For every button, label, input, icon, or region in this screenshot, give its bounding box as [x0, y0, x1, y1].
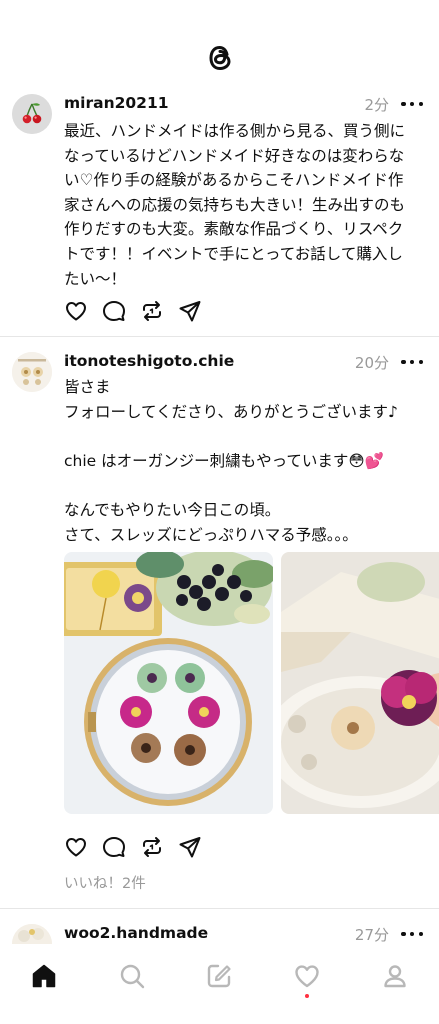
like-heart-icon[interactable]	[64, 299, 88, 323]
flowers-avatar-icon	[12, 924, 52, 944]
share-send-icon[interactable]	[178, 835, 202, 859]
avatar[interactable]	[12, 924, 52, 944]
post-actions	[64, 835, 216, 859]
post-photo-embroidery-hoop[interactable]	[64, 552, 273, 814]
post-body: 最近、ハンドメイドは作る側から見る、買う側に なっているけどハンドメイド好きなの…	[64, 122, 406, 288]
bottom-navigation	[0, 944, 439, 1024]
reply-bubble-icon[interactable]	[102, 835, 126, 859]
post-actions	[64, 299, 216, 323]
post-1: miran20211 2分 最近、ハンドメイドは作る側から見る、買う側に なって…	[0, 88, 439, 336]
repost-icon[interactable]	[140, 835, 164, 859]
compose-icon	[208, 964, 232, 988]
more-options-icon[interactable]	[401, 101, 423, 107]
more-options-icon[interactable]	[401, 359, 423, 365]
avatar[interactable]	[12, 352, 52, 392]
nav-compose[interactable]	[197, 954, 241, 998]
avatar[interactable]	[12, 94, 52, 134]
post-username[interactable]: itonoteshigoto.chie	[64, 352, 234, 370]
repost-icon[interactable]	[140, 299, 164, 323]
profile-icon	[384, 965, 406, 988]
post-timestamp: 27分	[354, 926, 389, 944]
post-3: woo2.handmade 27分	[0, 909, 439, 944]
more-options-icon[interactable]	[401, 931, 423, 937]
post-photo-pansy-brooch[interactable]	[281, 552, 439, 814]
like-heart-icon[interactable]	[64, 835, 88, 859]
activity-heart-icon	[295, 965, 319, 988]
post-timestamp: 20分	[354, 354, 389, 372]
top-header	[0, 0, 439, 88]
reply-bubble-icon[interactable]	[102, 299, 126, 323]
nav-home[interactable]	[22, 954, 66, 998]
notification-dot	[305, 994, 310, 998]
search-icon	[120, 964, 144, 989]
post-username[interactable]: miran20211	[64, 94, 169, 112]
like-count[interactable]: いいね！2件	[64, 872, 146, 893]
image-carousel[interactable]	[64, 552, 439, 814]
threads-logo-icon[interactable]	[203, 41, 237, 75]
home-icon	[32, 964, 56, 988]
nav-activity[interactable]	[285, 954, 329, 998]
nav-profile[interactable]	[373, 954, 417, 998]
post-timestamp: 2分	[364, 96, 389, 114]
earrings-avatar-icon	[12, 352, 52, 392]
nav-search[interactable]	[110, 954, 154, 998]
post-username[interactable]: woo2.handmade	[64, 924, 208, 942]
share-send-icon[interactable]	[178, 299, 202, 323]
cherry-icon	[12, 94, 52, 134]
post-body: 皆さま フォローしてくださり、ありがとうございます♪ chie はオーガンジー刺…	[64, 378, 398, 544]
